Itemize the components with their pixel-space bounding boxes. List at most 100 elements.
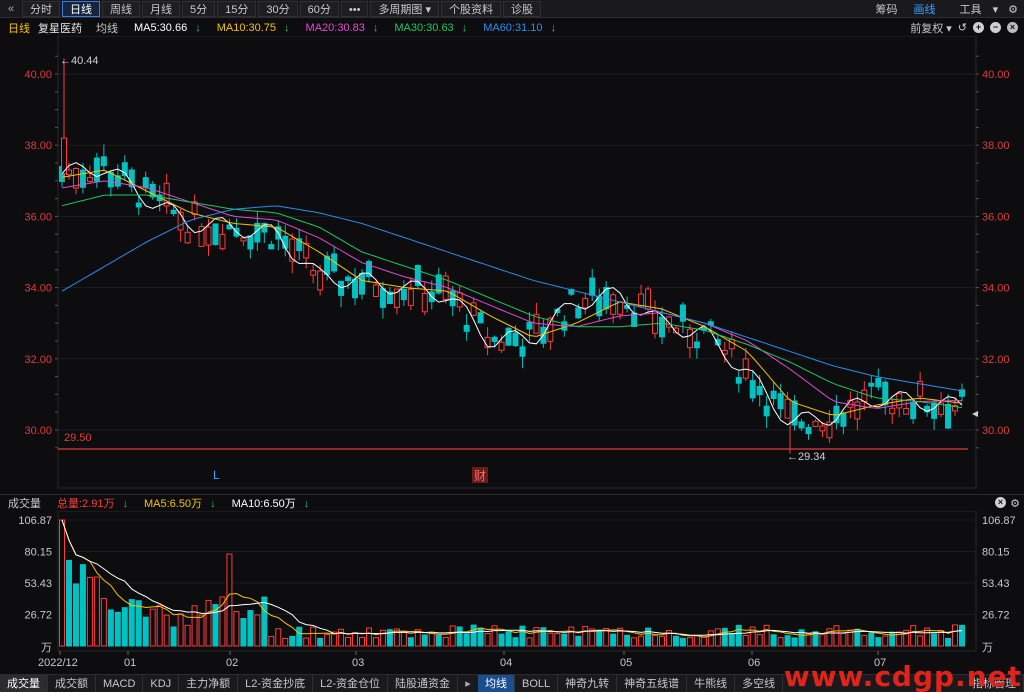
volume-bar-up[interactable] (345, 637, 352, 647)
finance-marker[interactable]: 财 (474, 469, 486, 483)
volume-bar-up[interactable] (310, 626, 317, 647)
volume-bar-up[interactable] (352, 631, 359, 647)
volume-bar-up[interactable] (324, 634, 331, 647)
period-button[interactable]: 分时 (22, 0, 60, 17)
tab-turnover[interactable]: 成交额 (48, 674, 96, 692)
candle-down[interactable] (512, 332, 519, 347)
volume-bar-up[interactable] (686, 637, 693, 647)
candle-up[interactable] (184, 231, 191, 244)
period-button[interactable]: 60分 (299, 0, 339, 17)
candle-down[interactable] (805, 427, 812, 435)
candlestick-chart[interactable]: 40.00 40.00 38.00 38.00 36.00 36.00 34.00 34.00… (0, 36, 1024, 494)
volume-bar-up[interactable] (93, 576, 100, 647)
volume-bar-up[interactable] (777, 637, 784, 647)
period-button[interactable]: 月线 (142, 0, 180, 17)
more-periods-button[interactable]: ••• (340, 0, 369, 17)
candle-down[interactable] (693, 341, 700, 349)
candle-down[interactable] (875, 377, 882, 388)
candle-down[interactable] (491, 336, 498, 342)
tab-l2-bottom[interactable]: L2-资金抄底 (238, 674, 314, 692)
volume-bar-up[interactable] (449, 625, 456, 647)
volume-bar-down[interactable] (672, 635, 679, 647)
candle-up[interactable] (86, 176, 93, 182)
candle-down[interactable] (121, 162, 128, 177)
candle-down[interactable] (519, 346, 526, 357)
candle-up[interactable] (240, 237, 247, 242)
volume-bar-up[interactable] (359, 637, 365, 647)
candle-up[interactable] (652, 310, 659, 334)
candle-up[interactable] (617, 301, 624, 315)
tab-bull-bear[interactable]: 牛熊线 (687, 674, 736, 692)
event-marker-l[interactable]: L (213, 468, 220, 482)
volume-chart[interactable]: 106.87 106.87 80.15 80.15 53.43 53.43 26.72 26.… (0, 511, 1024, 673)
volume-bar-up[interactable] (582, 626, 589, 647)
tab-macd[interactable]: MACD (96, 674, 144, 692)
tab-long-short[interactable]: 多空线 (735, 674, 784, 692)
volume-bar-down[interactable] (791, 637, 798, 647)
tab-volume[interactable]: 成交量 (0, 674, 48, 692)
candle-up[interactable] (421, 292, 428, 313)
volume-bar-up[interactable] (554, 633, 561, 647)
volume-bar-down[interactable] (868, 632, 875, 647)
candle-down[interactable] (400, 288, 407, 301)
volume-bar-up[interactable] (372, 637, 379, 647)
volume-bar-up[interactable] (693, 635, 700, 647)
collapse-left-icon[interactable]: « (0, 3, 22, 15)
volume-bar-down[interactable] (79, 564, 86, 647)
candle-up[interactable] (205, 226, 212, 246)
tab-main-net[interactable]: 主力净额 (179, 674, 239, 692)
candle-up[interactable] (289, 238, 296, 262)
volume-bar-down[interactable] (875, 637, 882, 647)
volume-bar-up[interactable] (805, 633, 812, 647)
volume-bar-down[interactable] (247, 610, 254, 647)
candle-down[interactable] (589, 277, 596, 296)
candle-down[interactable] (945, 403, 952, 429)
period-button[interactable]: 15分 (217, 0, 257, 17)
volume-bar-down[interactable] (107, 609, 114, 647)
volume-bar-down[interactable] (407, 637, 414, 647)
volume-bar-down[interactable] (170, 626, 177, 647)
volume-bar-up[interactable] (652, 634, 659, 647)
volume-bar-down[interactable] (296, 626, 303, 647)
candle-down[interactable] (840, 412, 847, 427)
candle-down[interactable] (882, 381, 889, 406)
candle-down[interactable] (763, 405, 770, 417)
candle-down[interactable] (777, 393, 784, 410)
volume-bar-down[interactable] (135, 600, 142, 647)
volume-bar-up[interactable] (149, 608, 156, 647)
volume-bar-down[interactable] (421, 634, 428, 647)
volume-bar-up[interactable] (303, 637, 310, 647)
candle-down[interactable] (735, 377, 742, 384)
candle-up[interactable] (686, 328, 693, 349)
volume-bar-down[interactable] (512, 637, 519, 647)
volume-bar-down[interactable] (72, 583, 79, 647)
volume-bar-down[interactable] (561, 633, 568, 647)
volume-bar-up[interactable] (338, 628, 345, 647)
candle-down[interactable] (749, 380, 756, 399)
volume-bar-up[interactable] (756, 634, 763, 647)
volume-bar-down[interactable] (456, 626, 463, 647)
candle-down[interactable] (659, 316, 665, 338)
candle-down[interactable] (463, 324, 470, 332)
volume-bar-down[interactable] (721, 627, 728, 647)
volume-bar-up[interactable] (59, 519, 65, 647)
volume-bar-down[interactable] (596, 630, 603, 647)
volume-bar-up[interactable] (282, 637, 289, 647)
candle-down[interactable] (379, 288, 386, 308)
candle-down[interactable] (345, 276, 352, 282)
candle-up[interactable] (372, 284, 379, 298)
candle-down[interactable] (505, 327, 512, 346)
volume-bar-down[interactable] (575, 635, 582, 647)
draw-line-button[interactable]: 画线 (914, 1, 936, 17)
volume-bar-down[interactable] (728, 633, 735, 647)
volume-bar-down[interactable] (470, 624, 477, 647)
period-button[interactable]: 5分 (182, 0, 216, 17)
volume-bar-down[interactable] (435, 634, 442, 647)
volume-bar-up[interactable] (100, 597, 107, 647)
volume-bar-up[interactable] (233, 611, 240, 647)
volume-bar-down[interactable] (959, 624, 965, 647)
volume-bar-up[interactable] (442, 636, 449, 647)
volume-bar-up[interactable] (840, 632, 847, 647)
candle-down[interactable] (247, 235, 254, 250)
volume-bar-up[interactable] (714, 628, 721, 647)
